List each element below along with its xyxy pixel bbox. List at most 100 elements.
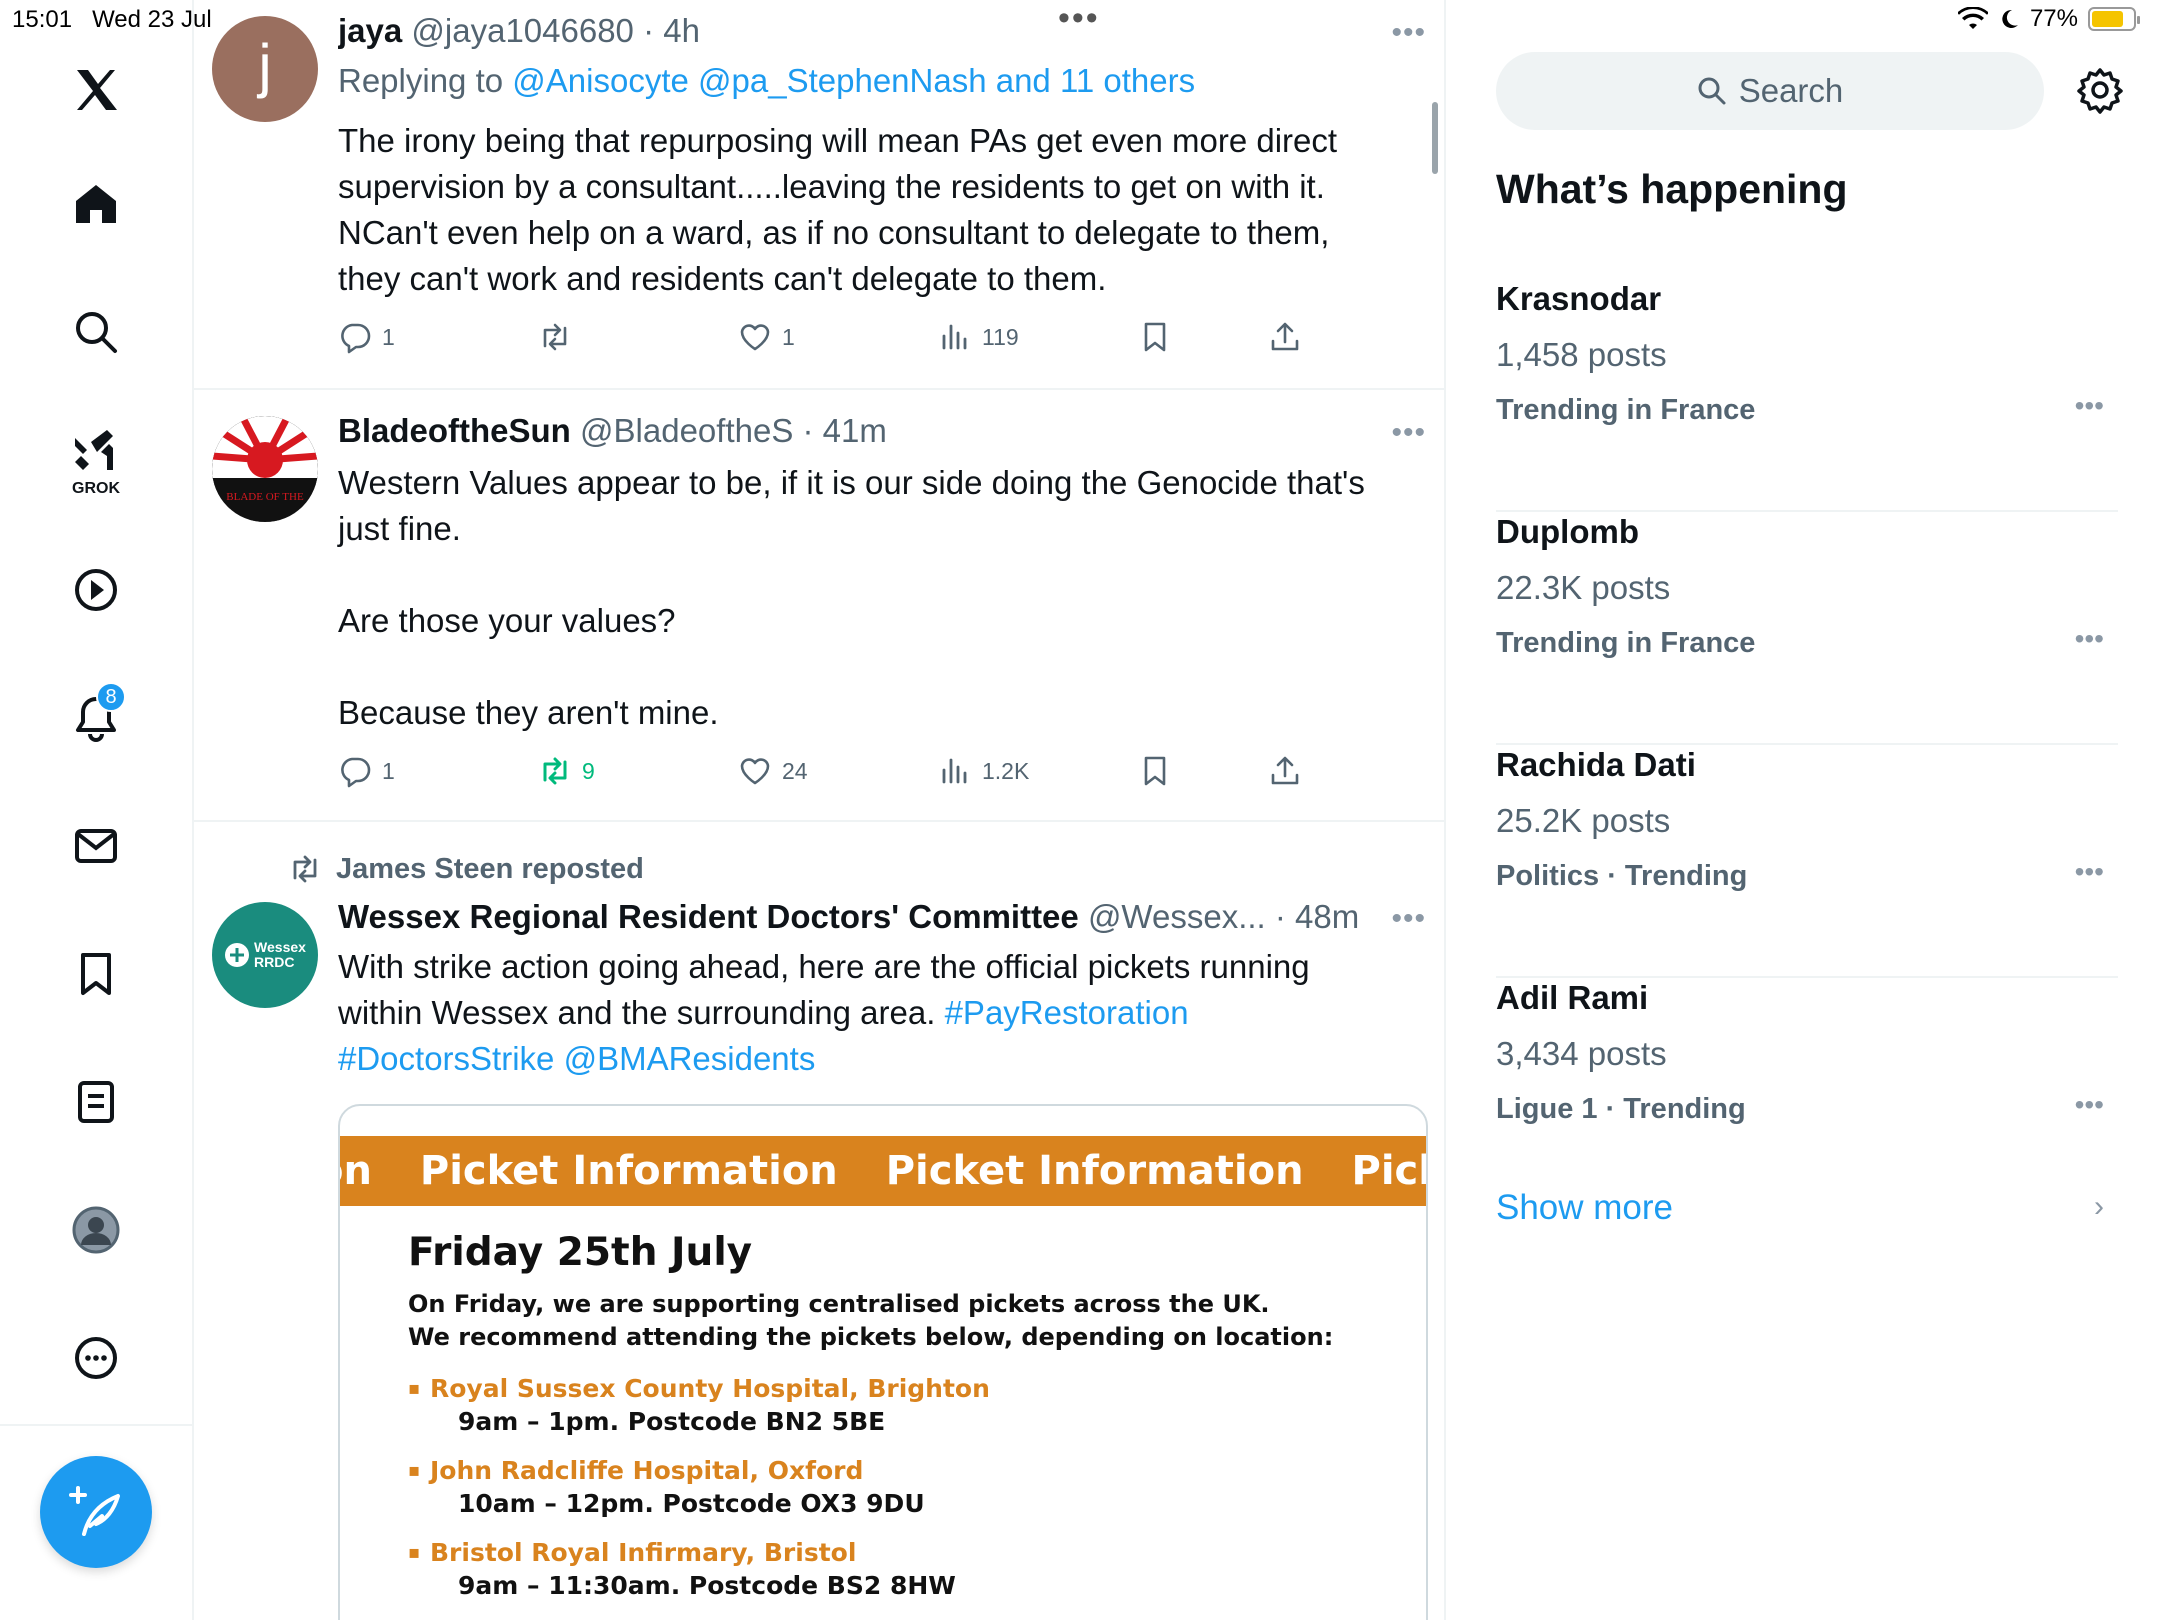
trend-item[interactable]: Krasnodar 1,458 posts Trending in France… bbox=[1496, 280, 2118, 512]
like-button[interactable]: 24 bbox=[738, 754, 808, 788]
replying-to-users[interactable]: @Anisocyte @pa_StephenNash and 11 others bbox=[512, 62, 1195, 99]
post-text-line: Are those your values? bbox=[338, 602, 676, 639]
compose-post-button[interactable] bbox=[40, 1456, 152, 1568]
avatar-letter: j bbox=[258, 31, 272, 99]
feather-plus-icon bbox=[69, 1486, 120, 1536]
trend-title: Duplomb bbox=[1496, 513, 1639, 550]
post-jaya[interactable]: j jaya @jaya1046680 · 4h ••• Replying to… bbox=[194, 0, 1444, 390]
author-name[interactable]: Wessex Regional Resident Doctors' Commit… bbox=[338, 898, 1079, 935]
picket-location: Bristol Royal Infirmary, Bristol bbox=[430, 1536, 956, 1569]
grok-icon[interactable]: GROK bbox=[56, 420, 136, 500]
repost-icon bbox=[543, 757, 567, 785]
trend-item[interactable]: Adil Rami 3,434 posts Ligue 1 · Trending… bbox=[1496, 979, 2118, 1211]
trend-more-icon[interactable]: ••• bbox=[2075, 390, 2104, 422]
banner-text: Picket Info bbox=[1351, 1148, 1426, 1194]
reposted-by: James Steen reposted bbox=[336, 852, 644, 885]
section-heading: What’s happening bbox=[1496, 166, 1848, 212]
heart-icon bbox=[740, 758, 770, 785]
hashtag-link[interactable]: #PayRestoration bbox=[945, 994, 1189, 1031]
post-image-card[interactable]: on Picket Information Picket Information… bbox=[338, 1104, 1428, 1620]
more-options-icon[interactable] bbox=[56, 1318, 136, 1398]
post-bladeofthesun[interactable]: BLADE OF THE BladeoftheSun @BladeoftheS … bbox=[194, 390, 1444, 822]
trend-more-icon[interactable]: ••• bbox=[2075, 623, 2104, 655]
author-handle[interactable]: @jaya1046680 bbox=[411, 12, 634, 49]
trend-more-icon[interactable]: ••• bbox=[2075, 856, 2104, 888]
hashtag-link[interactable]: #DoctorsStrike bbox=[338, 1040, 554, 1077]
post-text: With strike action going ahead, here are… bbox=[338, 944, 1398, 1082]
trend-item[interactable]: Duplomb 22.3K posts Trending in France •… bbox=[1496, 513, 2118, 745]
trend-title: Adil Rami bbox=[1496, 979, 1649, 1016]
share-button[interactable] bbox=[1268, 320, 1302, 354]
post-time[interactable]: 48m bbox=[1295, 898, 1359, 935]
like-button[interactable]: 1 bbox=[738, 320, 795, 354]
x-logo-icon[interactable] bbox=[56, 50, 136, 130]
mention-link[interactable]: @BMAResidents bbox=[564, 1040, 816, 1077]
show-more-link[interactable]: Show more bbox=[1496, 1188, 1673, 1228]
trend-count: 3,434 posts bbox=[1496, 1035, 1667, 1072]
reply-count: 1 bbox=[382, 323, 395, 350]
trend-context: Politics · Trending bbox=[1496, 860, 1748, 892]
post-more-icon[interactable]: ••• bbox=[1391, 902, 1426, 936]
post-time[interactable]: 41m bbox=[823, 412, 887, 449]
repost-button[interactable] bbox=[538, 320, 572, 354]
trend-count: 25.2K posts bbox=[1496, 802, 1671, 839]
trend-context: Ligue 1 · Trending bbox=[1496, 1093, 1746, 1125]
messages-icon[interactable] bbox=[56, 806, 136, 886]
trend-count: 22.3K posts bbox=[1496, 569, 1671, 606]
author-handle[interactable]: @BladeoftheS bbox=[580, 412, 793, 449]
repost-button[interactable]: 9 bbox=[538, 754, 595, 788]
home-icon[interactable] bbox=[56, 164, 136, 244]
bookmarks-icon[interactable] bbox=[56, 934, 136, 1014]
search-icon bbox=[1698, 77, 1726, 105]
bookmark-button[interactable] bbox=[1138, 320, 1172, 354]
reply-icon bbox=[341, 757, 371, 788]
search-icon[interactable] bbox=[56, 292, 136, 372]
author-handle[interactable]: @Wessex... bbox=[1088, 898, 1266, 935]
picket-time: 10am – 12pm. Postcode OX3 9DU bbox=[458, 1489, 925, 1518]
video-icon[interactable] bbox=[56, 550, 136, 630]
notifications-badge: 8 bbox=[96, 682, 126, 712]
reply-button[interactable]: 1 bbox=[338, 754, 395, 788]
post-more-icon[interactable]: ••• bbox=[1391, 416, 1426, 450]
trend-count: 1,458 posts bbox=[1496, 336, 1667, 373]
post-header: Wessex Regional Resident Doctors' Commit… bbox=[338, 898, 1360, 935]
profile-avatar-icon[interactable] bbox=[56, 1190, 136, 1270]
card-intro: On Friday, we are supporting centralised… bbox=[408, 1288, 1333, 1354]
banner-text: Picket Information bbox=[419, 1148, 838, 1194]
nav-divider bbox=[0, 1424, 194, 1426]
post-header: BladeoftheSun @BladeoftheS · 41m bbox=[338, 412, 887, 449]
repost-indicator[interactable]: James Steen reposted bbox=[288, 852, 644, 886]
post-more-icon[interactable]: ••• bbox=[1391, 16, 1426, 50]
views-count: 119 bbox=[982, 323, 1019, 350]
author-name[interactable]: jaya bbox=[338, 12, 402, 49]
post-header: jaya @jaya1046680 · 4h bbox=[338, 12, 700, 49]
lists-icon[interactable] bbox=[56, 1062, 136, 1142]
reply-button[interactable]: 1 bbox=[338, 320, 395, 354]
bookmark-icon bbox=[1144, 756, 1166, 786]
banner-text: on bbox=[340, 1148, 372, 1194]
card-intro-line: On Friday, we are supporting centralised… bbox=[408, 1290, 1270, 1318]
banner-text: Picket Information bbox=[885, 1148, 1304, 1194]
avatar-text-line: RRDC bbox=[254, 954, 295, 970]
post-time[interactable]: 4h bbox=[663, 12, 700, 49]
rising-sun-avatar-icon: BLADE OF THE bbox=[212, 416, 318, 522]
post-text-line: Because they aren't mine. bbox=[338, 694, 719, 731]
search-input[interactable]: Search bbox=[1496, 52, 2044, 130]
timeline-feed[interactable]: j jaya @jaya1046680 · 4h ••• Replying to… bbox=[194, 0, 1446, 1620]
author-name[interactable]: BladeoftheSun bbox=[338, 412, 571, 449]
bookmark-button[interactable] bbox=[1138, 754, 1172, 788]
trend-context: Trending in France bbox=[1496, 627, 1756, 659]
avatar[interactable]: j bbox=[212, 16, 318, 122]
gear-icon[interactable] bbox=[2076, 66, 2124, 114]
avatar[interactable]: Wessex RRDC bbox=[212, 902, 318, 1008]
views-button[interactable]: 1.2K bbox=[938, 754, 1029, 788]
share-button[interactable] bbox=[1268, 754, 1302, 788]
trend-title: Rachida Dati bbox=[1496, 746, 1696, 783]
trend-more-icon[interactable]: ••• bbox=[2075, 1089, 2104, 1121]
views-button[interactable]: 119 bbox=[938, 320, 1019, 354]
trend-title: Krasnodar bbox=[1496, 280, 1662, 317]
avatar[interactable]: BLADE OF THE bbox=[212, 416, 318, 522]
trend-item[interactable]: Rachida Dati 25.2K posts Politics · Tren… bbox=[1496, 746, 2118, 978]
repost-icon bbox=[543, 323, 567, 351]
notifications-icon[interactable]: 8 bbox=[56, 678, 136, 758]
